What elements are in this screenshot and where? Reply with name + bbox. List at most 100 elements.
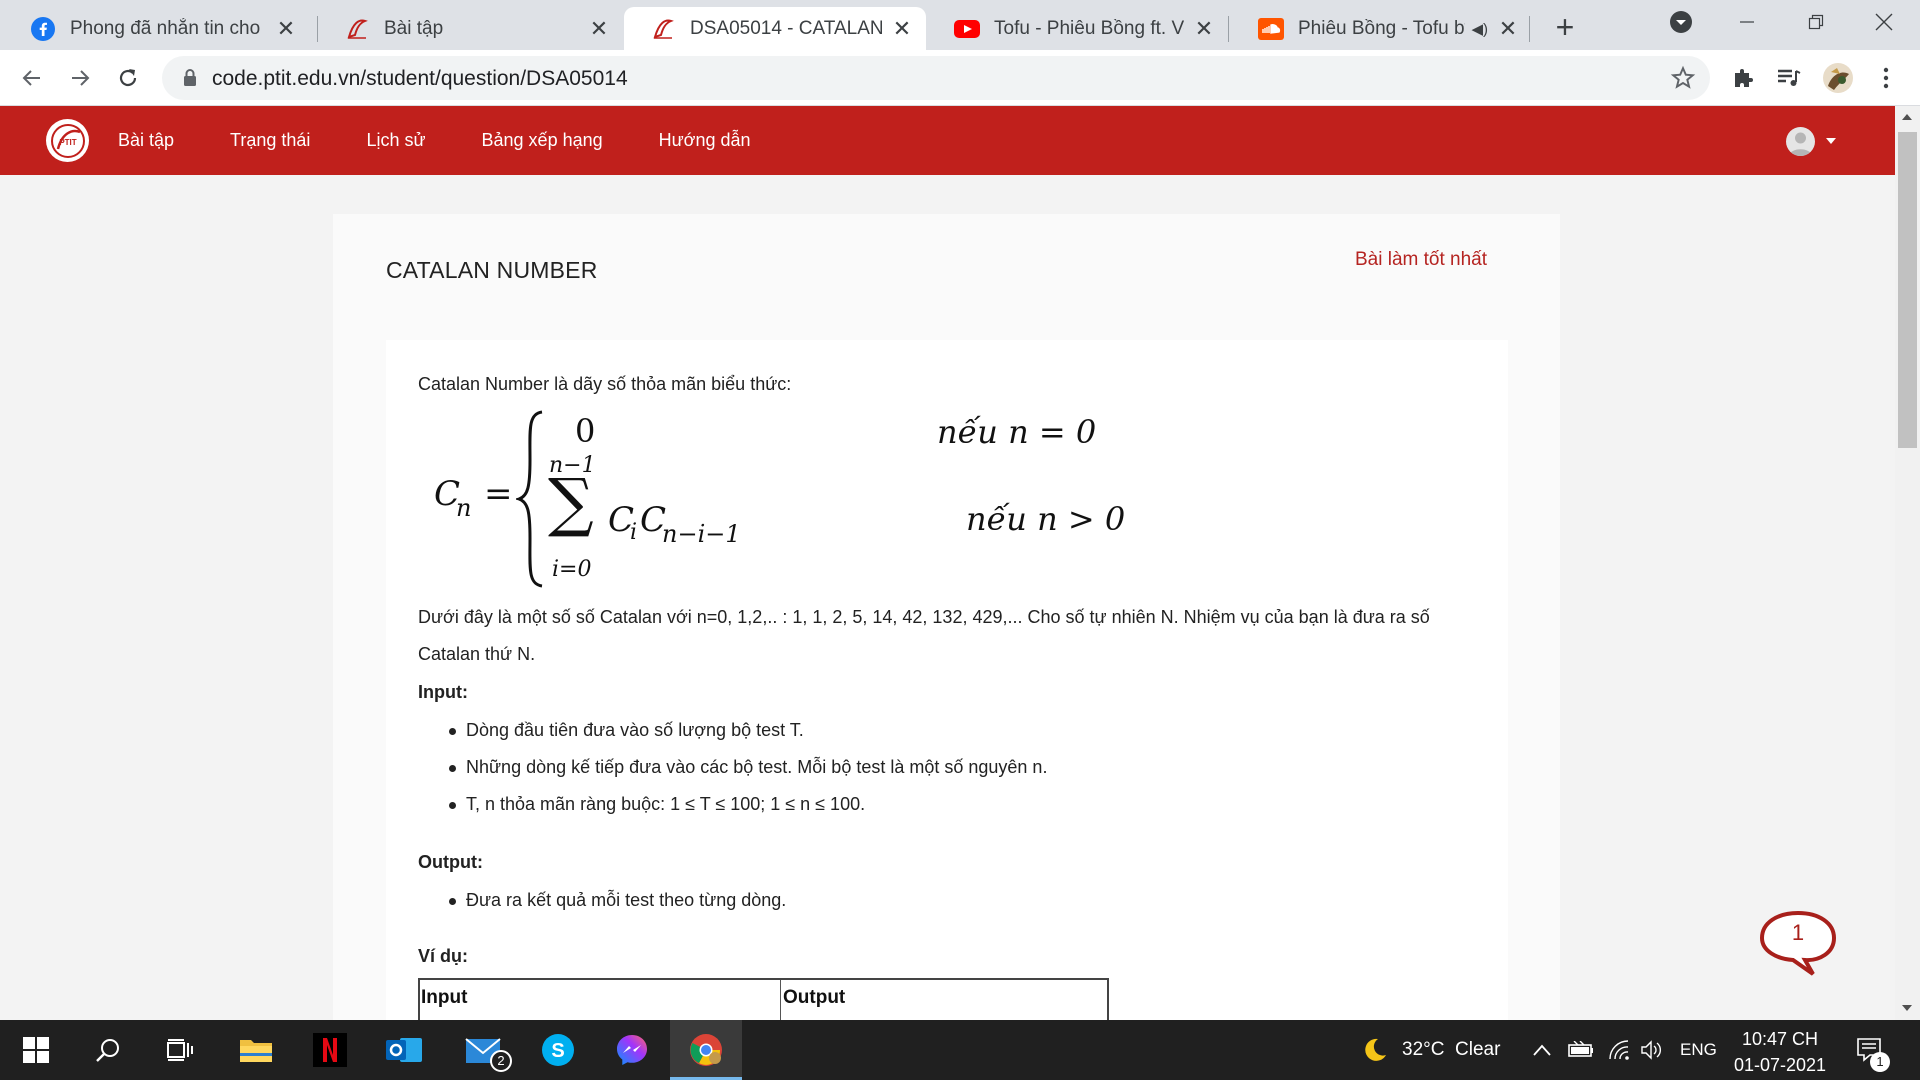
new-tab-button[interactable]: + bbox=[1548, 11, 1582, 45]
best-solution-link[interactable]: Bài làm tốt nhất bbox=[1355, 249, 1487, 271]
close-tab-icon[interactable]: ✕ bbox=[587, 16, 611, 41]
chevron-down-icon bbox=[1670, 11, 1692, 33]
address-bar[interactable]: code.ptit.edu.vn/student/question/DSA050… bbox=[162, 56, 1710, 100]
netflix-button[interactable] bbox=[294, 1020, 366, 1080]
extensions-button[interactable] bbox=[1727, 62, 1759, 94]
user-avatar[interactable] bbox=[1786, 127, 1815, 156]
chrome-taskbar-button[interactable] bbox=[670, 1020, 742, 1080]
chrome-icon bbox=[690, 1034, 722, 1066]
svg-text:PTIT: PTIT bbox=[59, 138, 76, 147]
reload-button[interactable] bbox=[108, 58, 148, 98]
chat-bubble-button[interactable]: 1 bbox=[1757, 908, 1839, 978]
browser-tab-strip: Phong đã nhắn tin cho bạn ✕ Bài tập ✕ DS… bbox=[0, 0, 1920, 50]
chrome-menu-button[interactable] bbox=[1870, 62, 1902, 94]
ptit-logo[interactable]: PTIT bbox=[46, 119, 89, 162]
reload-icon bbox=[119, 69, 137, 87]
bullet-icon bbox=[449, 802, 456, 809]
scroll-up-arrow-icon[interactable] bbox=[1902, 114, 1912, 120]
tab-title: Phiêu Bồng - Tofu by bbox=[1298, 17, 1466, 39]
forward-button[interactable] bbox=[60, 58, 100, 98]
weather-widget[interactable]: 32°C Clear bbox=[1362, 1020, 1500, 1080]
tab-facebook[interactable]: Phong đã nhắn tin cho bạn ✕ bbox=[4, 7, 310, 50]
url-text[interactable]: code.ptit.edu.vn/student/question/DSA050… bbox=[212, 67, 628, 91]
restore-icon bbox=[1808, 14, 1824, 30]
close-tab-icon[interactable]: ✕ bbox=[274, 16, 298, 41]
windows-logo-icon bbox=[23, 1037, 49, 1063]
tab-separator bbox=[1529, 16, 1530, 42]
page-scrollbar[interactable] bbox=[1895, 106, 1920, 1020]
skype-button[interactable]: S bbox=[522, 1020, 594, 1080]
user-menu-caret-icon[interactable] bbox=[1826, 138, 1836, 144]
tab-soundcloud[interactable]: Phiêu Bồng - Tofu by ◀) ✕ bbox=[1232, 7, 1532, 50]
battery-status[interactable] bbox=[1568, 1020, 1594, 1080]
nav-bang-xep-hang[interactable]: Bảng xếp hạng bbox=[482, 130, 603, 151]
close-tab-icon[interactable]: ✕ bbox=[890, 16, 914, 41]
show-hidden-icons-button[interactable] bbox=[1532, 1020, 1552, 1080]
case1-value: 0 bbox=[575, 412, 596, 450]
netflix-icon bbox=[313, 1033, 347, 1067]
start-button[interactable] bbox=[0, 1020, 72, 1080]
lock-icon[interactable] bbox=[182, 68, 198, 93]
close-window-button[interactable] bbox=[1848, 0, 1920, 44]
arrow-left-icon bbox=[22, 70, 40, 86]
notification-badge: 1 bbox=[1870, 1052, 1890, 1072]
case2-condition: nếu n > 0 bbox=[966, 500, 1126, 538]
nav-bai-tap[interactable]: Bài tập bbox=[118, 130, 174, 151]
restore-button[interactable] bbox=[1780, 0, 1852, 44]
search-button[interactable] bbox=[72, 1020, 144, 1080]
back-button[interactable] bbox=[12, 58, 52, 98]
taskbar-clock[interactable]: 10:47 CH 01-07-2021 bbox=[1726, 1026, 1834, 1078]
language-indicator[interactable]: ENG bbox=[1680, 1020, 1717, 1080]
media-control-button[interactable] bbox=[1773, 62, 1805, 94]
network-status[interactable] bbox=[1608, 1020, 1630, 1080]
file-explorer-button[interactable] bbox=[220, 1020, 292, 1080]
example-table-header-output: Output bbox=[783, 987, 846, 1008]
input-item-2: Những dòng kế tiếp đưa vào các bộ test. … bbox=[466, 757, 1048, 777]
outlook-button[interactable] bbox=[368, 1020, 440, 1080]
weather-text: 32°C Clear bbox=[1402, 1039, 1501, 1060]
example-heading: Ví dụ: bbox=[418, 946, 468, 966]
youtube-icon bbox=[954, 16, 980, 42]
tab-youtube[interactable]: Tofu - Phiêu Bồng ft. VoVan ✕ bbox=[928, 7, 1228, 50]
profile-avatar[interactable] bbox=[1822, 62, 1854, 94]
messenger-icon bbox=[617, 1035, 647, 1065]
formula-equals: = bbox=[484, 474, 513, 514]
minimize-button[interactable] bbox=[1711, 0, 1783, 44]
speaker-icon[interactable]: ◀) bbox=[1471, 20, 1488, 38]
volume-control[interactable] bbox=[1640, 1020, 1664, 1080]
chat-badge: 1 bbox=[1791, 920, 1805, 945]
sum-sign: ∑ bbox=[548, 466, 594, 540]
nav-huong-dan[interactable]: Hướng dẫn bbox=[659, 130, 751, 151]
action-center-button[interactable]: 1 bbox=[1856, 1020, 1890, 1080]
example-table-header-input: Input bbox=[420, 980, 781, 1020]
close-tab-icon[interactable]: ✕ bbox=[1496, 16, 1520, 41]
tab-title: DSA05014 - CATALAN NUMBER bbox=[690, 17, 882, 39]
puzzle-icon bbox=[1735, 69, 1753, 87]
scrollbar-thumb[interactable] bbox=[1898, 132, 1917, 448]
kebab-menu-icon bbox=[1883, 67, 1889, 89]
outlook-icon bbox=[386, 1038, 422, 1062]
skype-icon: S bbox=[542, 1034, 574, 1066]
tab-bai-tap[interactable]: Bài tập ✕ bbox=[318, 7, 623, 50]
messenger-button[interactable] bbox=[596, 1020, 668, 1080]
mail-button[interactable]: 2 bbox=[448, 1020, 520, 1080]
speaker-icon bbox=[1641, 1040, 1661, 1060]
scroll-down-arrow-icon[interactable] bbox=[1902, 1005, 1912, 1011]
bookmark-star-icon[interactable] bbox=[1670, 65, 1696, 96]
nav-lich-su[interactable]: Lịch sử bbox=[366, 130, 425, 151]
facebook-icon bbox=[30, 16, 56, 42]
close-tab-icon[interactable]: ✕ bbox=[1192, 16, 1216, 41]
tab-dsa05014[interactable]: DSA05014 - CATALAN NUMBER ✕ bbox=[624, 7, 926, 50]
arrow-right-icon bbox=[72, 70, 90, 86]
input-item-3: T, n thỏa mãn ràng buộc: 1 ≤ T ≤ 100; 1 … bbox=[466, 794, 866, 814]
mail-badge: 2 bbox=[490, 1050, 512, 1072]
chevron-up-icon bbox=[1533, 1044, 1551, 1056]
tab-search-button[interactable] bbox=[1645, 0, 1717, 44]
output-heading: Output: bbox=[418, 852, 483, 872]
description-line-1: Dưới đây là một số số Catalan với n=0, 1… bbox=[418, 607, 1430, 627]
folder-icon bbox=[240, 1040, 272, 1062]
task-view-button[interactable] bbox=[144, 1020, 216, 1080]
nav-trang-thai[interactable]: Trạng thái bbox=[230, 130, 310, 151]
ptit-logo-icon: PTIT bbox=[50, 123, 85, 158]
profile-picture-icon bbox=[1823, 63, 1853, 93]
